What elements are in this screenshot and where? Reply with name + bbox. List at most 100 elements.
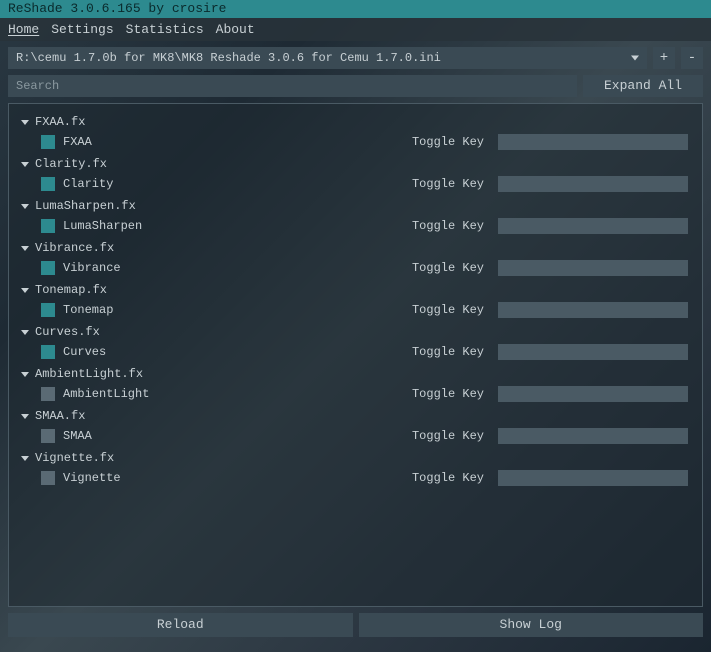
effect-name: Vibrance <box>63 261 203 275</box>
chevron-down-icon <box>21 456 29 461</box>
effect-name: Tonemap <box>63 303 203 317</box>
effect-checkbox[interactable] <box>41 135 55 149</box>
group-header[interactable]: Clarity.fx <box>15 154 696 174</box>
group-name: Vignette.fx <box>35 451 114 465</box>
toggle-key-input[interactable] <box>498 344 688 360</box>
effect-group: SMAA.fx SMAA Toggle Key <box>15 406 696 446</box>
group-name: Clarity.fx <box>35 157 107 171</box>
chevron-down-icon <box>21 246 29 251</box>
toggle-key-label: Toggle Key <box>412 261 484 275</box>
menu-statistics[interactable]: Statistics <box>126 22 204 37</box>
effect-group: LumaSharpen.fx LumaSharpen Toggle Key <box>15 196 696 236</box>
effect-group: Tonemap.fx Tonemap Toggle Key <box>15 280 696 320</box>
toggle-key-input[interactable] <box>498 470 688 486</box>
effect-group: AmbientLight.fx AmbientLightToggle Key <box>15 364 696 404</box>
effect-name: LumaSharpen <box>63 219 203 233</box>
toggle-key-label: Toggle Key <box>412 429 484 443</box>
preset-row: R:\cemu 1.7.0b for MK8\MK8 Reshade 3.0.6… <box>8 47 703 69</box>
chevron-down-icon <box>21 372 29 377</box>
effects-panel: FXAA.fx FXAA Toggle Key Clarity.fx Clarity To… <box>8 103 703 607</box>
effect-name: Curves <box>63 345 203 359</box>
group-header[interactable]: LumaSharpen.fx <box>15 196 696 216</box>
effect-checkbox[interactable] <box>41 261 55 275</box>
bottom-row: Reload Show Log <box>8 613 703 637</box>
group-name: Tonemap.fx <box>35 283 107 297</box>
group-name: AmbientLight.fx <box>35 367 143 381</box>
effect-row: AmbientLightToggle Key <box>15 384 696 404</box>
window-title-bar: ReShade 3.0.6.165 by crosire <box>0 0 711 18</box>
effect-name: Clarity <box>63 177 203 191</box>
expand-all-button[interactable]: Expand All <box>583 75 703 97</box>
menu-about[interactable]: About <box>216 22 255 37</box>
preset-path: R:\cemu 1.7.0b for MK8\MK8 Reshade 3.0.6… <box>16 51 441 65</box>
chevron-down-icon <box>21 288 29 293</box>
effect-row: LumaSharpen Toggle Key <box>15 216 696 236</box>
group-name: LumaSharpen.fx <box>35 199 136 213</box>
group-header[interactable]: FXAA.fx <box>15 112 696 132</box>
toggle-key-label: Toggle Key <box>412 219 484 233</box>
toggle-key-label: Toggle Key <box>412 471 484 485</box>
chevron-down-icon <box>21 330 29 335</box>
effect-group: Vibrance.fx Vibrance Toggle Key <box>15 238 696 278</box>
chevron-down-icon <box>631 56 639 61</box>
toggle-key-input[interactable] <box>498 260 688 276</box>
effect-group: Clarity.fx Clarity Toggle Key <box>15 154 696 194</box>
group-header[interactable]: Vignette.fx <box>15 448 696 468</box>
effect-row: FXAA Toggle Key <box>15 132 696 152</box>
effect-checkbox[interactable] <box>41 303 55 317</box>
group-header[interactable]: Vibrance.fx <box>15 238 696 258</box>
remove-preset-button[interactable]: - <box>681 47 703 69</box>
toggle-key-input[interactable] <box>498 428 688 444</box>
toggle-key-input[interactable] <box>498 218 688 234</box>
effect-checkbox[interactable] <box>41 471 55 485</box>
reload-button[interactable]: Reload <box>8 613 353 637</box>
effect-row: Vibrance Toggle Key <box>15 258 696 278</box>
effect-name: SMAA <box>63 429 203 443</box>
group-name: Vibrance.fx <box>35 241 114 255</box>
effect-name: Vignette <box>63 471 203 485</box>
chevron-down-icon <box>21 204 29 209</box>
main-area: R:\cemu 1.7.0b for MK8\MK8 Reshade 3.0.6… <box>0 41 711 643</box>
effect-group: Vignette.fx Vignette Toggle Key <box>15 448 696 488</box>
menu-bar: Home Settings Statistics About <box>0 18 711 41</box>
menu-home[interactable]: Home <box>8 22 39 37</box>
effect-row: Curves Toggle Key <box>15 342 696 362</box>
effect-row: Tonemap Toggle Key <box>15 300 696 320</box>
toggle-key-input[interactable] <box>498 302 688 318</box>
chevron-down-icon <box>21 414 29 419</box>
search-input[interactable] <box>8 75 577 97</box>
effect-checkbox[interactable] <box>41 387 55 401</box>
effect-checkbox[interactable] <box>41 429 55 443</box>
effect-name: FXAA <box>63 135 203 149</box>
toggle-key-label: Toggle Key <box>412 177 484 191</box>
window-title: ReShade 3.0.6.165 by crosire <box>8 1 226 16</box>
group-header[interactable]: Curves.fx <box>15 322 696 342</box>
group-header[interactable]: AmbientLight.fx <box>15 364 696 384</box>
group-name: Curves.fx <box>35 325 100 339</box>
search-row: Expand All <box>8 75 703 97</box>
preset-dropdown[interactable]: R:\cemu 1.7.0b for MK8\MK8 Reshade 3.0.6… <box>8 47 647 69</box>
add-preset-button[interactable]: + <box>653 47 675 69</box>
effect-row: SMAA Toggle Key <box>15 426 696 446</box>
toggle-key-input[interactable] <box>498 176 688 192</box>
effect-group: FXAA.fx FXAA Toggle Key <box>15 112 696 152</box>
toggle-key-label: Toggle Key <box>412 303 484 317</box>
toggle-key-input[interactable] <box>498 386 688 402</box>
effect-checkbox[interactable] <box>41 219 55 233</box>
chevron-down-icon <box>21 162 29 167</box>
group-header[interactable]: Tonemap.fx <box>15 280 696 300</box>
group-name: FXAA.fx <box>35 115 85 129</box>
effect-group: Curves.fx Curves Toggle Key <box>15 322 696 362</box>
show-log-button[interactable]: Show Log <box>359 613 704 637</box>
toggle-key-input[interactable] <box>498 134 688 150</box>
effect-row: Clarity Toggle Key <box>15 174 696 194</box>
toggle-key-label: Toggle Key <box>412 345 484 359</box>
effect-checkbox[interactable] <box>41 345 55 359</box>
group-name: SMAA.fx <box>35 409 85 423</box>
menu-settings[interactable]: Settings <box>51 22 113 37</box>
group-header[interactable]: SMAA.fx <box>15 406 696 426</box>
effect-row: Vignette Toggle Key <box>15 468 696 488</box>
effect-name: AmbientLight <box>63 387 203 401</box>
toggle-key-label: Toggle Key <box>412 135 484 149</box>
effect-checkbox[interactable] <box>41 177 55 191</box>
